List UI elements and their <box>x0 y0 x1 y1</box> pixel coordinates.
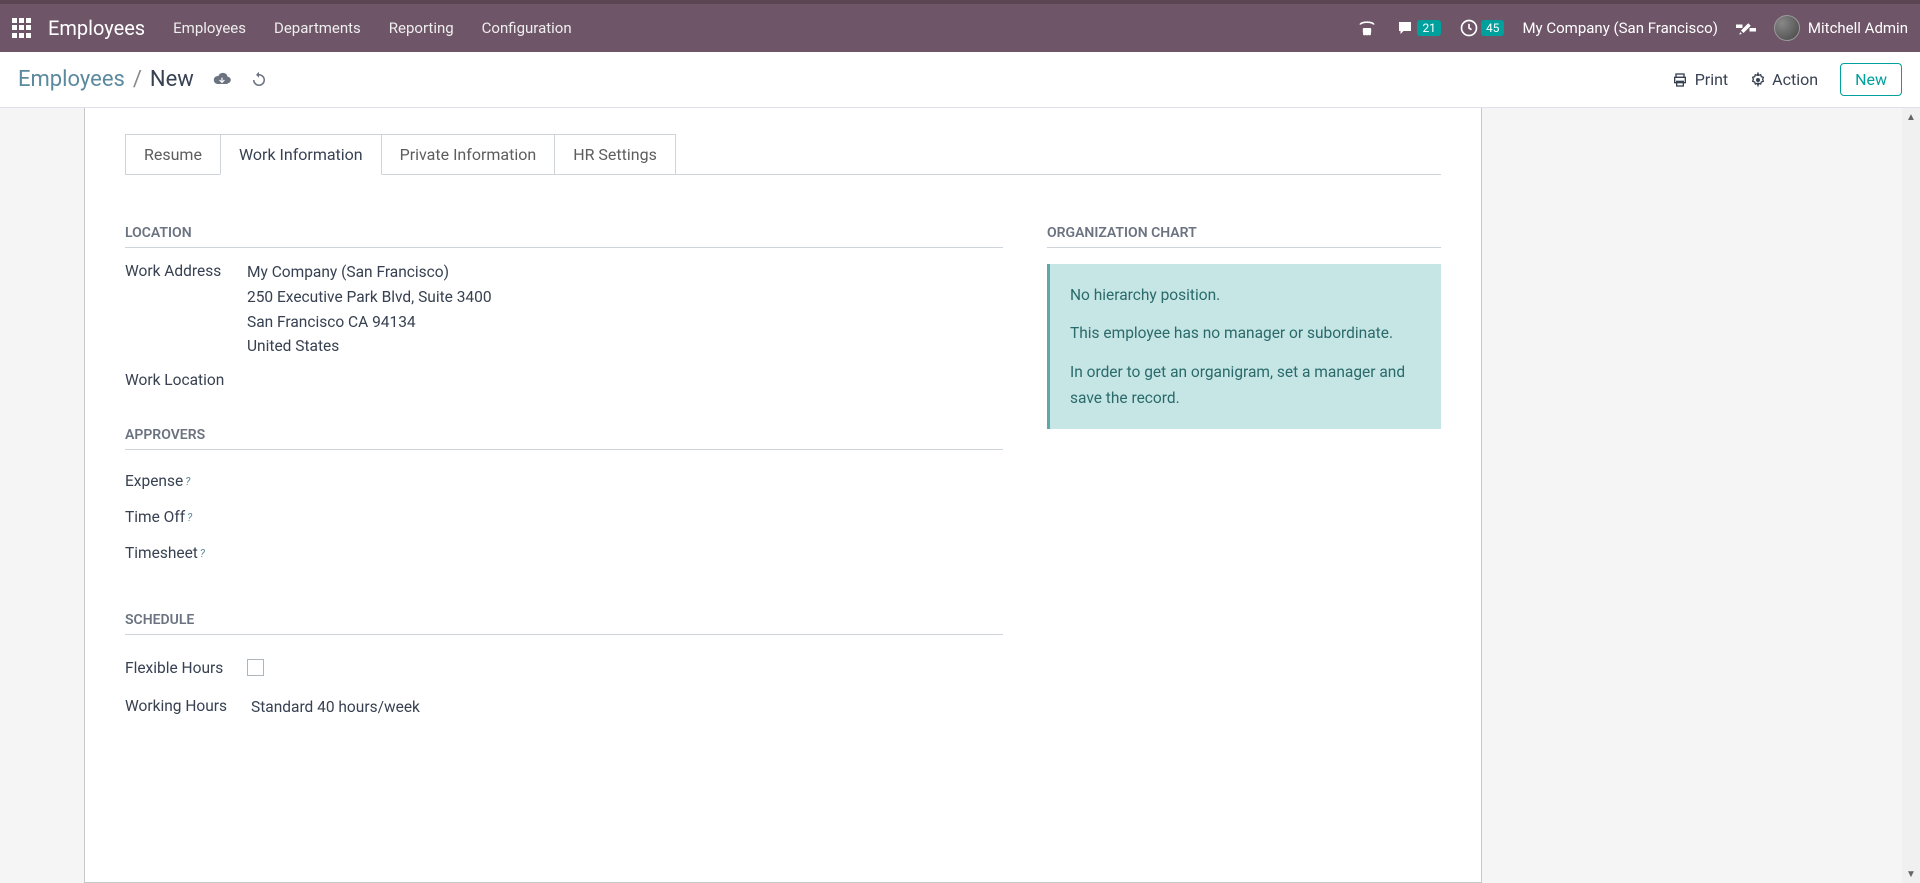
label-working-hours: Working Hours <box>125 695 251 715</box>
user-menu[interactable]: Mitchell Admin <box>1774 15 1908 41</box>
checkbox-flexible-hours[interactable] <box>247 659 264 676</box>
value-working-hours[interactable]: Standard 40 hours/week <box>251 695 420 720</box>
section-title-schedule: SCHEDULE <box>125 612 1003 635</box>
breadcrumb-leaf: New <box>150 67 194 92</box>
section-title-location: LOCATION <box>125 225 1003 248</box>
user-name: Mitchell Admin <box>1808 19 1908 37</box>
tab-resume[interactable]: Resume <box>125 134 221 175</box>
new-button[interactable]: New <box>1840 63 1902 96</box>
scroll-up-icon[interactable]: ▲ <box>1902 108 1920 126</box>
nav-link-departments[interactable]: Departments <box>274 19 361 37</box>
messages-badge: 21 <box>1417 20 1441 36</box>
tab-work-information[interactable]: Work Information <box>220 134 382 175</box>
app-brand[interactable]: Employees <box>48 16 145 40</box>
tab-hr-settings[interactable]: HR Settings <box>554 134 676 175</box>
breadcrumb: Employees / New <box>18 67 194 92</box>
messages-icon[interactable]: 21 <box>1395 19 1441 37</box>
action-button[interactable]: Action <box>1750 70 1818 89</box>
activities-icon[interactable]: 45 <box>1459 18 1505 38</box>
tabs: Resume Work Information Private Informat… <box>125 134 1481 175</box>
nav-link-configuration[interactable]: Configuration <box>482 19 572 37</box>
debug-icon[interactable] <box>1736 18 1756 38</box>
scroll-down-icon[interactable]: ▼ <box>1902 865 1920 883</box>
navbar: Employees Employees Departments Reportin… <box>0 4 1920 52</box>
section-title-approvers: APPROVERS <box>125 427 1003 450</box>
help-icon[interactable]: ? <box>187 511 192 524</box>
org-chart-alert: No hierarchy position. This employee has… <box>1047 264 1441 429</box>
nav-links: Employees Departments Reporting Configur… <box>173 19 571 37</box>
label-timesheet: Timesheet <box>125 544 198 562</box>
print-button[interactable]: Print <box>1671 70 1728 89</box>
label-timeoff: Time Off <box>125 508 185 526</box>
form-sheet: Resume Work Information Private Informat… <box>84 108 1482 883</box>
breadcrumb-sep: / <box>133 67 142 92</box>
label-expense: Expense <box>125 472 183 490</box>
label-work-location: Work Location <box>125 369 247 389</box>
discard-icon[interactable] <box>250 71 268 89</box>
activities-badge: 45 <box>1481 20 1505 36</box>
section-title-org-chart: ORGANIZATION CHART <box>1047 225 1441 248</box>
value-work-address[interactable]: My Company (San Francisco) 250 Executive… <box>247 260 492 359</box>
breadcrumb-root[interactable]: Employees <box>18 67 125 92</box>
label-flexible-hours: Flexible Hours <box>125 657 247 677</box>
phone-icon[interactable] <box>1357 18 1377 38</box>
company-switcher[interactable]: My Company (San Francisco) <box>1522 19 1717 37</box>
help-icon[interactable]: ? <box>185 475 190 488</box>
avatar <box>1774 15 1800 41</box>
tab-private-information[interactable]: Private Information <box>381 134 556 175</box>
apps-icon[interactable] <box>12 18 32 38</box>
vertical-scrollbar[interactable]: ▲ ▼ <box>1902 108 1920 883</box>
nav-link-reporting[interactable]: Reporting <box>389 19 454 37</box>
control-panel: Employees / New Print Action New <box>0 52 1920 108</box>
label-work-address: Work Address <box>125 260 247 280</box>
cloud-save-icon[interactable] <box>212 72 232 88</box>
help-icon[interactable]: ? <box>200 547 205 560</box>
nav-link-employees[interactable]: Employees <box>173 19 246 37</box>
